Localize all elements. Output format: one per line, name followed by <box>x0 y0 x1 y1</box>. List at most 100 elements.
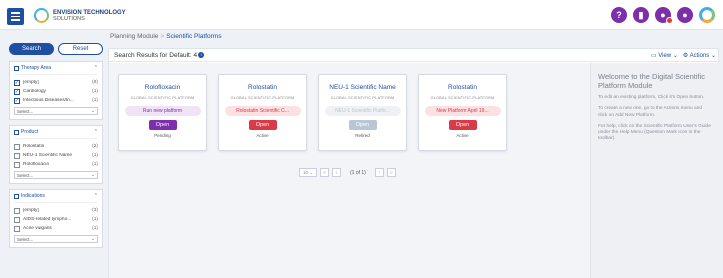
collapse-chevron-icon[interactable]: ⌃ <box>94 193 98 199</box>
facet-item[interactable]: ✓ [empty] (8) <box>14 78 98 87</box>
menu-line-icon <box>11 19 20 21</box>
filter-sidebar: Search Reset Therapy Area ⌃ ✓ [empty] (8) … <box>9 43 103 253</box>
platform-card[interactable]: Rolostatin GLOBAL SCIENTIFIC PLATFORM Ne… <box>418 74 507 151</box>
help-circle-icon[interactable]: ? <box>611 7 627 23</box>
platform-card[interactable]: NEU-1 Scientific Name GLOBAL SCIENTIFIC … <box>318 74 407 151</box>
card-name[interactable]: Rolostatin <box>219 84 306 91</box>
breadcrumb: Planning Module > Scientific Platforms <box>110 33 222 40</box>
brand-logo[interactable]: ENVISION TECHNOLOGY SOLUTIONS <box>34 8 126 23</box>
bookmark-icon[interactable]: ▮ <box>633 7 649 23</box>
user-profile-icon[interactable]: ● <box>677 7 693 23</box>
breadcrumb-current[interactable]: Scientific Platforms <box>166 33 221 40</box>
last-page-button[interactable]: » <box>386 168 396 177</box>
checkbox-icon[interactable] <box>14 225 20 232</box>
facet-item[interactable]: Rolostatin (2) <box>14 142 98 151</box>
facet-item-count: (1) <box>92 98 98 103</box>
facet-item-label: Infectious Diseases/In... <box>23 98 74 103</box>
results-panel: Search Results for Default: 4i ▭ View ⌄ … <box>108 48 720 278</box>
checkbox-checked-icon[interactable]: ✓ <box>14 79 20 86</box>
checkbox-icon[interactable] <box>14 207 20 214</box>
first-page-button[interactable]: « <box>320 168 329 177</box>
facet-item-label: Acne vulgaris <box>23 226 52 231</box>
chevron-down-icon: ⌄ <box>672 53 678 59</box>
facet-item-count: (1) <box>92 162 98 167</box>
chevron-down-icon: ⌄ <box>91 108 95 113</box>
facet-item[interactable]: ✓ Infectious Diseases/In... (1) <box>14 96 98 105</box>
actions-menu[interactable]: ⚙ Actions ⌄ <box>683 52 716 59</box>
facet-item[interactable]: Acne vulgaris (1) <box>14 224 98 233</box>
checkbox-checked-icon[interactable]: ✓ <box>14 88 20 95</box>
facet-item-label: Rolostatin <box>23 144 45 149</box>
open-button[interactable]: Open <box>148 120 177 130</box>
facet-select[interactable]: Select... ⌄ <box>14 235 98 243</box>
chevron-down-icon: ⌄ <box>91 236 95 241</box>
card-platform-pill[interactable]: New Platform April 19... <box>424 106 501 116</box>
checkbox-icon[interactable] <box>14 152 20 159</box>
view-menu[interactable]: ▭ View ⌄ <box>651 52 678 59</box>
checkbox-icon[interactable] <box>14 143 20 150</box>
card-name[interactable]: Rolofloxacin <box>119 84 206 91</box>
next-page-button[interactable]: › <box>374 168 384 177</box>
facet-item[interactable]: [empty] (3) <box>14 206 98 215</box>
brand-text: ENVISION TECHNOLOGY SOLUTIONS <box>53 10 126 22</box>
platform-card[interactable]: Rolofloxacin GLOBAL SCIENTIFIC PLATFORM … <box>118 74 207 151</box>
facet-item[interactable]: Rolofloxacin (1) <box>14 160 98 169</box>
facet-header[interactable]: Therapy Area ⌃ <box>14 65 98 75</box>
facet-select-placeholder: Select... <box>17 172 34 178</box>
checkbox-icon[interactable] <box>14 161 20 168</box>
card-name[interactable]: NEU-1 Scientific Name <box>319 84 406 91</box>
platform-card[interactable]: Rolostatin GLOBAL SCIENTIFIC PLATFORM Ro… <box>218 74 307 151</box>
collapse-chevron-icon[interactable]: ⌃ <box>94 65 98 71</box>
search-button[interactable]: Search <box>9 43 54 55</box>
facet-product: Product ⌃ Rolostatin (2) NEU-1 Scientific… <box>9 125 103 184</box>
facet-checkbox-icon[interactable] <box>14 193 19 199</box>
facet-item-count: (1) <box>92 226 98 231</box>
facet-item[interactable]: AIDS-related lympho... (1) <box>14 215 98 224</box>
help-text-guide: For help, click on the Scientific Platfo… <box>598 123 711 142</box>
page-size-value: 10 <box>302 170 308 175</box>
prev-page-button[interactable]: ‹ <box>332 168 341 177</box>
page-indicator: (1 of 1) <box>350 169 366 176</box>
page-size-select[interactable]: 10 ⌄ <box>299 168 317 177</box>
facet-select-placeholder: Select... <box>17 108 34 114</box>
card-status: Pending <box>154 133 171 138</box>
toolbar-icons: ? ▮ ● ● <box>611 7 715 24</box>
card-platform-pill[interactable]: Rolostatin Scientific C... <box>224 106 301 116</box>
info-icon[interactable]: i <box>198 52 205 58</box>
card-name[interactable]: Rolostatin <box>419 84 506 91</box>
envision-logo-icon[interactable] <box>699 7 715 23</box>
user-alerts-icon[interactable]: ● <box>655 7 673 24</box>
facet-item[interactable]: NEU-1 Scientific Name (1) <box>14 151 98 160</box>
envision-logo-icon <box>34 8 49 23</box>
card-status: Active <box>456 133 469 138</box>
actions-menu-label: Actions <box>689 53 710 59</box>
facet-checkbox-icon[interactable] <box>14 65 19 71</box>
facet-select[interactable]: Select... ⌄ <box>14 107 98 115</box>
facet-item[interactable]: ✓ Cardiology (1) <box>14 87 98 96</box>
header-actions: ▭ View ⌄ ⚙ Actions ⌄ <box>651 52 716 59</box>
facet-select[interactable]: Select... ⌄ <box>14 171 98 179</box>
facet-checkbox-icon[interactable] <box>14 129 19 135</box>
results-title: Search Results for Default: 4i <box>114 52 205 59</box>
card-grid: Rolofloxacin GLOBAL SCIENTIFIC PLATFORM … <box>118 74 507 151</box>
facet-select-placeholder: Select... <box>17 236 34 242</box>
checkbox-icon[interactable] <box>14 216 20 223</box>
card-type: GLOBAL SCIENTIFIC PLATFORM <box>230 96 295 100</box>
open-button[interactable]: Open <box>448 120 477 130</box>
facet-header[interactable]: Indications ⌃ <box>14 193 98 203</box>
facet-header[interactable]: Product ⌃ <box>14 129 98 139</box>
hamburger-menu-button[interactable] <box>7 8 24 25</box>
facet-item-label: [empty] <box>23 80 39 85</box>
open-button[interactable]: Open <box>248 120 277 130</box>
reset-button[interactable]: Reset <box>58 43 103 55</box>
checkbox-checked-icon[interactable]: ✓ <box>14 97 20 104</box>
chevron-down-icon: ⌄ <box>91 172 95 177</box>
cards-area: Rolofloxacin GLOBAL SCIENTIFIC PLATFORM … <box>109 63 590 278</box>
breadcrumb-root[interactable]: Planning Module <box>110 33 158 40</box>
results-title-text: Search Results for Default: 4 <box>114 52 198 59</box>
facet-item-label: NEU-1 Scientific Name <box>23 153 73 158</box>
card-platform-pill[interactable]: Run new platform <box>124 106 201 116</box>
breadcrumb-separator: > <box>160 33 165 40</box>
collapse-chevron-icon[interactable]: ⌃ <box>94 129 98 135</box>
facet-item-label: AIDS-related lympho... <box>23 217 72 222</box>
